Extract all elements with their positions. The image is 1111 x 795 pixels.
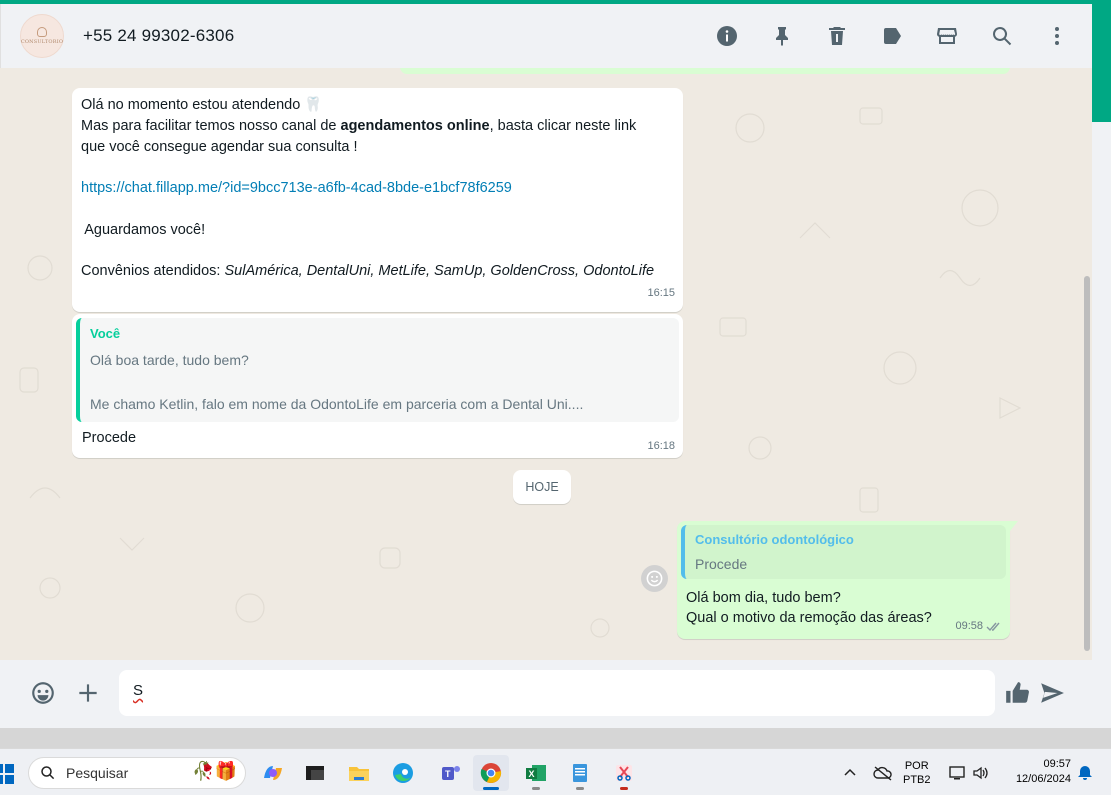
quote-text: Procede	[695, 556, 748, 572]
store-icon[interactable]	[932, 21, 962, 51]
svg-text:X: X	[529, 769, 535, 779]
attach-plus-icon[interactable]	[73, 678, 103, 708]
snipping-tool-icon[interactable]	[606, 755, 642, 791]
chat-header: CONSULTORIO +55 24 99302-6306	[0, 4, 1092, 68]
incoming-message[interactable]: Olá no momento estou atendendo 🦷 Mas par…	[72, 88, 683, 312]
clock-date: 12/06/2024	[1015, 773, 1071, 785]
running-indicator	[576, 787, 584, 790]
edge-browser-icon[interactable]	[385, 755, 421, 791]
message-text: Procede	[82, 430, 137, 446]
smiley-icon	[646, 570, 663, 587]
message-composer: S	[0, 660, 1092, 728]
keyboard-layout: PTB2	[903, 774, 931, 786]
emoji-reaction-button[interactable]	[641, 565, 668, 592]
right-panel-edge	[1092, 122, 1111, 728]
running-indicator	[532, 787, 540, 790]
message-input[interactable]: S	[119, 670, 995, 716]
file-explorer-icon[interactable]	[341, 755, 377, 791]
quote-text: Me chamo Ketlin, falo em nome da OdontoL…	[90, 396, 584, 412]
incoming-message[interactable]: Você Olá boa tarde, tudo bem? Me chamo K…	[72, 314, 683, 458]
active-indicator	[483, 787, 499, 790]
message-time: 09:58	[955, 620, 983, 632]
send-icon[interactable]	[1037, 678, 1067, 708]
search-placeholder: Pesquisar	[66, 765, 129, 781]
scrollbar-thumb[interactable]	[1084, 276, 1090, 651]
clock-time: 09:57	[1043, 758, 1071, 770]
message-time: 16:18	[647, 440, 675, 452]
tooth-logo-icon	[37, 27, 47, 37]
double-check-icon	[986, 622, 1000, 631]
menu-icon[interactable]	[1042, 21, 1072, 51]
right-accent-bar	[1092, 4, 1111, 122]
quote-author: Você	[90, 326, 121, 341]
contact-name[interactable]: +55 24 99302-6306	[83, 26, 234, 46]
excel-app-icon[interactable]: X	[518, 755, 554, 791]
search-icon[interactable]	[987, 21, 1017, 51]
message-line: Mas para facilitar temos nosso canal de …	[81, 117, 637, 134]
thumbs-up-icon[interactable]	[1002, 678, 1032, 708]
teams-app-icon[interactable]: T	[432, 755, 468, 791]
quoted-message[interactable]: Consultório odontológico Procede	[681, 525, 1006, 579]
network-icon[interactable]	[948, 749, 968, 795]
svg-text:T: T	[445, 769, 451, 779]
date-divider: HOJE	[513, 470, 571, 504]
taskbar-search[interactable]: Pesquisar 🥀🎁	[28, 757, 246, 789]
message-line: Qual o motivo da remoção das áreas?	[686, 610, 932, 626]
outgoing-message[interactable]: Consultório odontológico Procede Olá bom…	[677, 521, 1018, 639]
previous-message-bubble	[400, 68, 1010, 74]
chat-area[interactable]: Olá no momento estou atendendo 🦷 Mas par…	[0, 68, 1092, 660]
label-icon[interactable]	[877, 21, 907, 51]
system-clock[interactable]: 09:57 12/06/2024	[1005, 757, 1071, 787]
tray-overflow-icon[interactable]	[843, 749, 857, 795]
running-indicator	[620, 787, 628, 790]
avatar[interactable]: CONSULTORIO	[20, 14, 64, 58]
message-line: Convênios atendidos: SulAmérica, DentalU…	[81, 263, 655, 280]
language-code: POR	[904, 760, 929, 772]
info-icon[interactable]	[712, 21, 742, 51]
message-line: Olá bom dia, tudo bem?	[686, 590, 841, 606]
emoji-icon[interactable]	[28, 678, 58, 708]
search-icon	[41, 766, 55, 780]
bubble-tail	[1010, 521, 1018, 531]
windows-start-icon[interactable]	[0, 764, 14, 784]
message-status: 09:58	[955, 620, 1002, 632]
chat-scrollbar[interactable]	[1083, 76, 1091, 660]
quote-text: Olá boa tarde, tudo bem?	[90, 352, 249, 368]
message-line: Aguardamos você!	[81, 221, 206, 238]
quote-author: Consultório odontológico	[695, 532, 854, 547]
terminal-app-icon[interactable]	[297, 755, 333, 791]
chrome-browser-icon[interactable]	[473, 755, 509, 791]
copilot-app-icon[interactable]	[255, 755, 291, 791]
notepad-app-icon[interactable]	[562, 755, 598, 791]
window-gap	[0, 728, 1111, 748]
pin-icon[interactable]	[767, 21, 797, 51]
gift-decoration-icon: 🥀🎁	[192, 761, 237, 781]
message-time: 16:15	[647, 287, 675, 300]
message-line: que você consegue agendar sua consulta !	[81, 138, 358, 155]
notification-bell-icon[interactable]	[1077, 749, 1093, 795]
message-line: Olá no momento estou atendendo 🦷	[81, 97, 323, 113]
header-actions	[687, 4, 1072, 68]
taskbar: Pesquisar 🥀🎁 T X POR PTB2 09:57 12/06/20…	[0, 748, 1111, 795]
avatar-label: CONSULTORIO	[20, 39, 64, 45]
keyboard-language[interactable]: POR PTB2	[903, 759, 931, 787]
typed-text: S	[133, 682, 144, 699]
delete-icon[interactable]	[822, 21, 852, 51]
onedrive-offline-icon[interactable]	[873, 749, 893, 795]
quoted-message[interactable]: Você Olá boa tarde, tudo bem? Me chamo K…	[76, 318, 679, 422]
volume-icon[interactable]	[972, 749, 990, 795]
message-link[interactable]: https://chat.fillapp.me/?id=9bcc713e-a6f…	[81, 180, 512, 196]
